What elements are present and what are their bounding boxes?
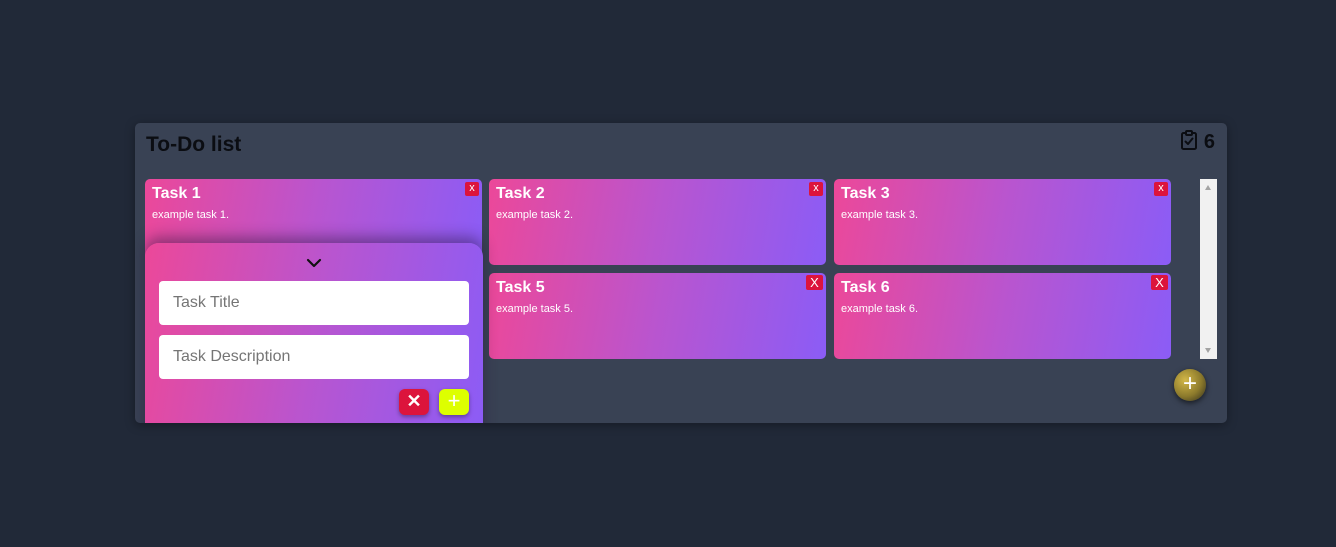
task-description: example task 3.: [841, 209, 919, 221]
task-count: 6: [1203, 131, 1215, 153]
delete-task-button[interactable]: X: [806, 275, 823, 290]
task-description-input[interactable]: [159, 335, 469, 379]
delete-task-button[interactable]: X: [1151, 275, 1168, 290]
task-title: Task 1: [152, 185, 201, 202]
delete-task-button[interactable]: x: [465, 182, 479, 196]
task-description: example task 1.: [152, 209, 230, 221]
clipboard-check-icon: [1180, 130, 1198, 155]
page-title: To-Do list: [146, 133, 242, 156]
add-task-fab-button[interactable]: +: [1174, 369, 1206, 401]
task-title-input[interactable]: [159, 281, 469, 325]
task-title: Task 6: [841, 279, 890, 296]
task-card[interactable]: Task 3 example task 3. x: [834, 179, 1171, 265]
scroll-up-arrow-icon[interactable]: [1205, 185, 1211, 190]
task-card[interactable]: Task 6 example task 6. X: [834, 273, 1171, 359]
task-title: Task 5: [496, 279, 545, 296]
task-counter: 6: [1180, 130, 1215, 155]
delete-task-button[interactable]: x: [809, 182, 823, 196]
task-list-scrollbar[interactable]: [1200, 179, 1217, 359]
add-task-drawer: ✕ +: [145, 243, 483, 423]
add-button[interactable]: +: [439, 389, 469, 415]
task-title: Task 3: [841, 185, 890, 202]
task-card[interactable]: Task 5 example task 5. X: [489, 273, 826, 359]
task-description: example task 2.: [496, 209, 574, 221]
chevron-down-icon[interactable]: [305, 255, 323, 271]
todo-panel: To-Do list 6 Task 1 example task 1. x Ta…: [135, 123, 1227, 423]
delete-task-button[interactable]: x: [1154, 182, 1168, 196]
cancel-button[interactable]: ✕: [399, 389, 429, 415]
task-card[interactable]: Task 2 example task 2. x: [489, 179, 826, 265]
task-description: example task 6.: [841, 303, 919, 315]
task-description: example task 5.: [496, 303, 574, 315]
scroll-down-arrow-icon[interactable]: [1205, 348, 1211, 353]
task-title: Task 2: [496, 185, 545, 202]
